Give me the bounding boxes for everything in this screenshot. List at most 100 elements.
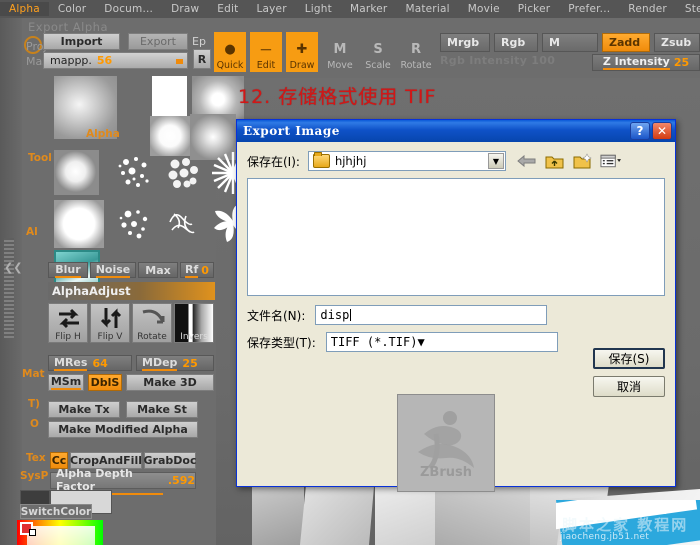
alpha-thumbnail[interactable] <box>152 76 187 116</box>
back-icon[interactable] <box>516 152 537 171</box>
make-modified-alpha-button[interactable]: Make Modified Alpha <box>48 421 198 438</box>
palette-label-tool: Tool <box>28 152 52 164</box>
filename-row: 文件名(N): disp <box>247 305 665 325</box>
filetype-combobox[interactable]: TIFF (*.TIF) ▼ <box>325 332 558 352</box>
menu-item-layer[interactable]: Layer <box>247 2 295 16</box>
menu-item-movie[interactable]: Movie <box>459 2 509 16</box>
quick-button[interactable]: ● Quick <box>214 32 246 72</box>
zsub-button[interactable]: Zsub <box>654 33 700 52</box>
switch-color-button[interactable]: SwitchColor <box>20 504 92 519</box>
cancel-button[interactable]: 取消 <box>593 376 665 397</box>
preview-logo-text: ZBrush <box>420 465 472 480</box>
menu-item-light[interactable]: Light <box>296 2 341 16</box>
palette-label-sysp: SysP <box>20 470 49 482</box>
menu-item-stencil[interactable]: Stencil <box>676 2 700 16</box>
dbls-button[interactable]: DblS <box>88 374 122 391</box>
menu-item-alpha[interactable]: Alpha <box>0 2 49 16</box>
menu-item-material[interactable]: Material <box>396 2 458 16</box>
m-button[interactable]: M <box>542 33 598 52</box>
menu-item-document[interactable]: Docum... <box>95 2 162 16</box>
zadd-button[interactable]: Zadd <box>602 33 650 52</box>
quick-icon: ● <box>224 41 236 57</box>
rotate-icon: R <box>410 41 421 57</box>
look-in-label: 保存在(I): <box>247 154 300 169</box>
flip-h-button[interactable]: Flip H <box>48 303 88 343</box>
msm-button[interactable]: MSm <box>48 374 84 391</box>
noise-button[interactable]: Noise <box>90 262 136 278</box>
filename-label: 文件名(N): <box>247 308 306 323</box>
mdep-slider[interactable]: MDep 25 <box>136 355 214 371</box>
mrgb-button[interactable]: Mrgb <box>440 33 490 52</box>
slider-thumb[interactable] <box>176 59 183 64</box>
file-list[interactable] <box>247 178 665 296</box>
save-button[interactable]: 保存(S) <box>593 348 665 369</box>
make-3d-button[interactable]: Make 3D <box>126 374 214 391</box>
dialog-title-bar[interactable]: Export Image ? ✕ <box>237 120 675 142</box>
menu-item-marker[interactable]: Marker <box>341 2 397 16</box>
z-intensity-slider[interactable]: Z Intensity 25 <box>592 54 700 71</box>
edit-label: Edit <box>256 60 276 71</box>
alpha-thumbnail[interactable] <box>162 202 204 244</box>
alpha-thumbnail[interactable] <box>54 200 104 248</box>
alpha-depth-factor-slider[interactable]: Alpha Depth Factor .592 <box>50 467 196 495</box>
edit-button[interactable]: ⏤ Edit <box>250 32 282 72</box>
rf-slider[interactable]: Rf 0 <box>180 262 214 278</box>
menu-item-color[interactable]: Color <box>49 2 95 16</box>
menu-item-picker[interactable]: Picker <box>509 2 559 16</box>
rotate-button[interactable]: R Rotate <box>400 32 432 72</box>
mres-slider[interactable]: MRes 64 <box>48 355 132 371</box>
palette-label-mat: Mat <box>22 368 45 380</box>
palette-edge-strip[interactable] <box>0 18 22 545</box>
scale-button[interactable]: S Scale <box>362 32 394 72</box>
alpha-thumbnail[interactable] <box>54 150 99 195</box>
top-toolbar: ● Quick ⏤ Edit ✚ Draw M Move S Scale R R… <box>212 30 700 76</box>
draw-button[interactable]: ✚ Draw <box>286 32 318 72</box>
filetype-label: 保存类型(T): <box>247 335 316 350</box>
rotate-alpha-label: Rotate <box>137 332 167 342</box>
menu-item-draw[interactable]: Draw <box>162 2 208 16</box>
chevron-down-icon[interactable]: ▼ <box>487 153 504 169</box>
dialog-body: 保存在(I): hjhjhj ▼ 文件名(N): disp 保存类型(T): T… <box>237 142 675 492</box>
dialog-title: Export Image <box>243 124 340 138</box>
watermark-url: jiaocheng.jb51.net <box>560 532 650 542</box>
collapse-arrow-icon[interactable]: ❮❮ <box>4 262 22 273</box>
new-folder-icon[interactable] <box>572 152 593 171</box>
mappp-slider[interactable]: mappp. 56 <box>43 52 188 69</box>
make-tx-button[interactable]: Make Tx <box>48 401 120 418</box>
alpha-thumbnail[interactable] <box>162 152 204 194</box>
color-picker-field[interactable] <box>27 526 95 545</box>
filename-input[interactable]: disp <box>315 305 548 325</box>
look-in-row: 保存在(I): hjhjhj ▼ <box>247 150 665 172</box>
close-button[interactable]: ✕ <box>652 122 672 140</box>
color-picker-cursor-secondary <box>29 529 36 536</box>
export-button[interactable]: Export <box>128 33 188 50</box>
quick-label: Quick <box>216 60 244 71</box>
make-st-button[interactable]: Make St <box>126 401 198 418</box>
alpha-thumbnail[interactable] <box>114 152 156 194</box>
import-button[interactable]: Import <box>43 33 120 50</box>
r-button[interactable]: R <box>193 49 211 69</box>
invers-button[interactable]: Invers <box>174 303 214 343</box>
menu-item-preferences[interactable]: Prefer... <box>559 2 619 16</box>
menu-item-edit[interactable]: Edit <box>208 2 247 16</box>
max-button[interactable]: Max <box>138 262 178 278</box>
menu-item-render[interactable]: Render <box>619 2 676 16</box>
rotate-label: Rotate <box>400 60 432 71</box>
color-picker[interactable] <box>17 520 103 545</box>
views-icon[interactable] <box>600 152 621 171</box>
ep-label: Ep <box>192 35 206 48</box>
alpha-thumbnail[interactable] <box>114 202 156 244</box>
help-button[interactable]: ? <box>630 122 650 140</box>
blur-button[interactable]: Blur <box>48 262 88 278</box>
drag-handle[interactable] <box>4 238 14 338</box>
up-folder-icon[interactable] <box>544 152 565 171</box>
rgb-intensity-slider[interactable]: Rgb Intensity 100 <box>440 54 600 70</box>
rotate-alpha-button[interactable]: Rotate <box>132 303 172 343</box>
flip-v-button[interactable]: Flip V <box>90 303 130 343</box>
palette-label-al: Al <box>26 226 38 238</box>
move-button[interactable]: M Move <box>324 32 356 72</box>
chevron-down-icon[interactable]: ▼ <box>417 335 424 349</box>
rgb-button[interactable]: Rgb <box>494 33 538 52</box>
look-in-combobox[interactable]: hjhjhj ▼ <box>307 151 506 171</box>
invers-label: Invers <box>180 332 208 342</box>
